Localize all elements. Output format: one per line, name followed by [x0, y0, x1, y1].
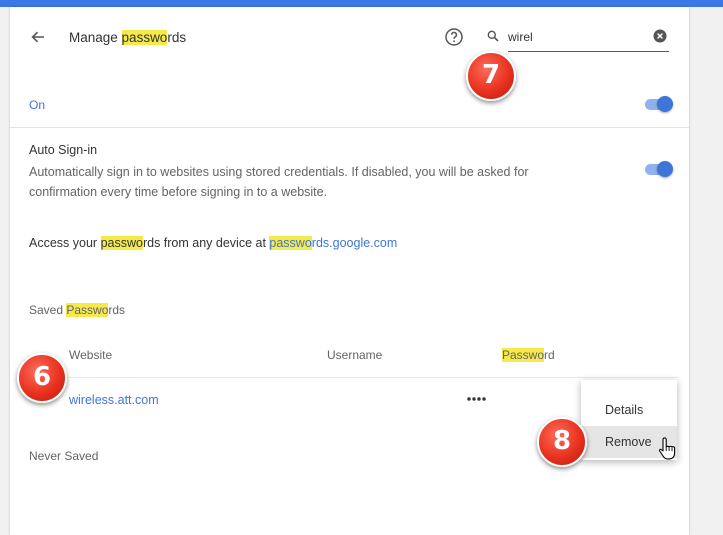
- search-input[interactable]: [508, 28, 648, 46]
- link-text: rds.google.com: [311, 236, 398, 250]
- clear-circle-icon[interactable]: [653, 29, 667, 43]
- access-passwords-text: Access your passwords from any device at…: [29, 236, 397, 250]
- enable-passwords-toggle[interactable]: [643, 96, 673, 112]
- password-col-text: rd: [544, 348, 555, 362]
- section-divider: [10, 127, 689, 128]
- more-horiz-icon[interactable]: [465, 393, 487, 405]
- auto-signin-title: Auto Sign-in: [29, 143, 98, 157]
- never-saved-header: Never Saved: [29, 449, 99, 463]
- step-badge-8: 8: [537, 417, 587, 467]
- google-passwords-link[interactable]: passwords.google.com: [269, 236, 397, 250]
- access-text-middle: rds from any device at: [142, 236, 270, 250]
- search-icon: [487, 30, 499, 42]
- link-highlight: passwo: [269, 236, 312, 250]
- arrow-back-icon[interactable]: [30, 29, 46, 45]
- menu-item-details[interactable]: Details: [581, 394, 677, 426]
- access-text-start: Access your: [29, 236, 101, 250]
- password-col-highlight: Passwo: [502, 348, 545, 362]
- table-divider: [69, 377, 678, 378]
- auto-signin-description: Automatically sign in to websites using …: [29, 165, 529, 199]
- toggle-thumb: [657, 96, 673, 112]
- saved-header-highlight: Passwo: [66, 303, 109, 317]
- step-badge-6: 6: [17, 353, 67, 403]
- column-website: Website: [69, 348, 113, 362]
- step-badge-7: 7: [466, 51, 516, 101]
- saved-passwords-header: Saved Passwords: [29, 303, 125, 317]
- settings-card: Manage passwords On Auto Sign-in Automat…: [10, 7, 689, 535]
- on-label: On: [29, 98, 46, 112]
- column-password: Password: [502, 348, 555, 362]
- browser-top-bar: [0, 0, 723, 7]
- page-title: Manage passwords: [69, 30, 186, 45]
- toggle-thumb: [657, 161, 673, 177]
- column-username: Username: [327, 348, 383, 362]
- search-field[interactable]: [508, 25, 669, 52]
- saved-header-text-end: rds: [108, 303, 126, 317]
- saved-header-text: Saved: [29, 303, 67, 317]
- help-circle-icon[interactable]: [444, 27, 464, 47]
- auto-signin-toggle[interactable]: [643, 161, 673, 177]
- saved-site-link[interactable]: wireless.att.com: [69, 393, 159, 407]
- title-text-end: rds: [167, 30, 187, 45]
- title-highlight: passwo: [121, 30, 168, 45]
- hand-pointer-icon: [658, 437, 676, 460]
- access-highlight: passwo: [100, 236, 143, 250]
- title-text: Manage: [69, 30, 122, 45]
